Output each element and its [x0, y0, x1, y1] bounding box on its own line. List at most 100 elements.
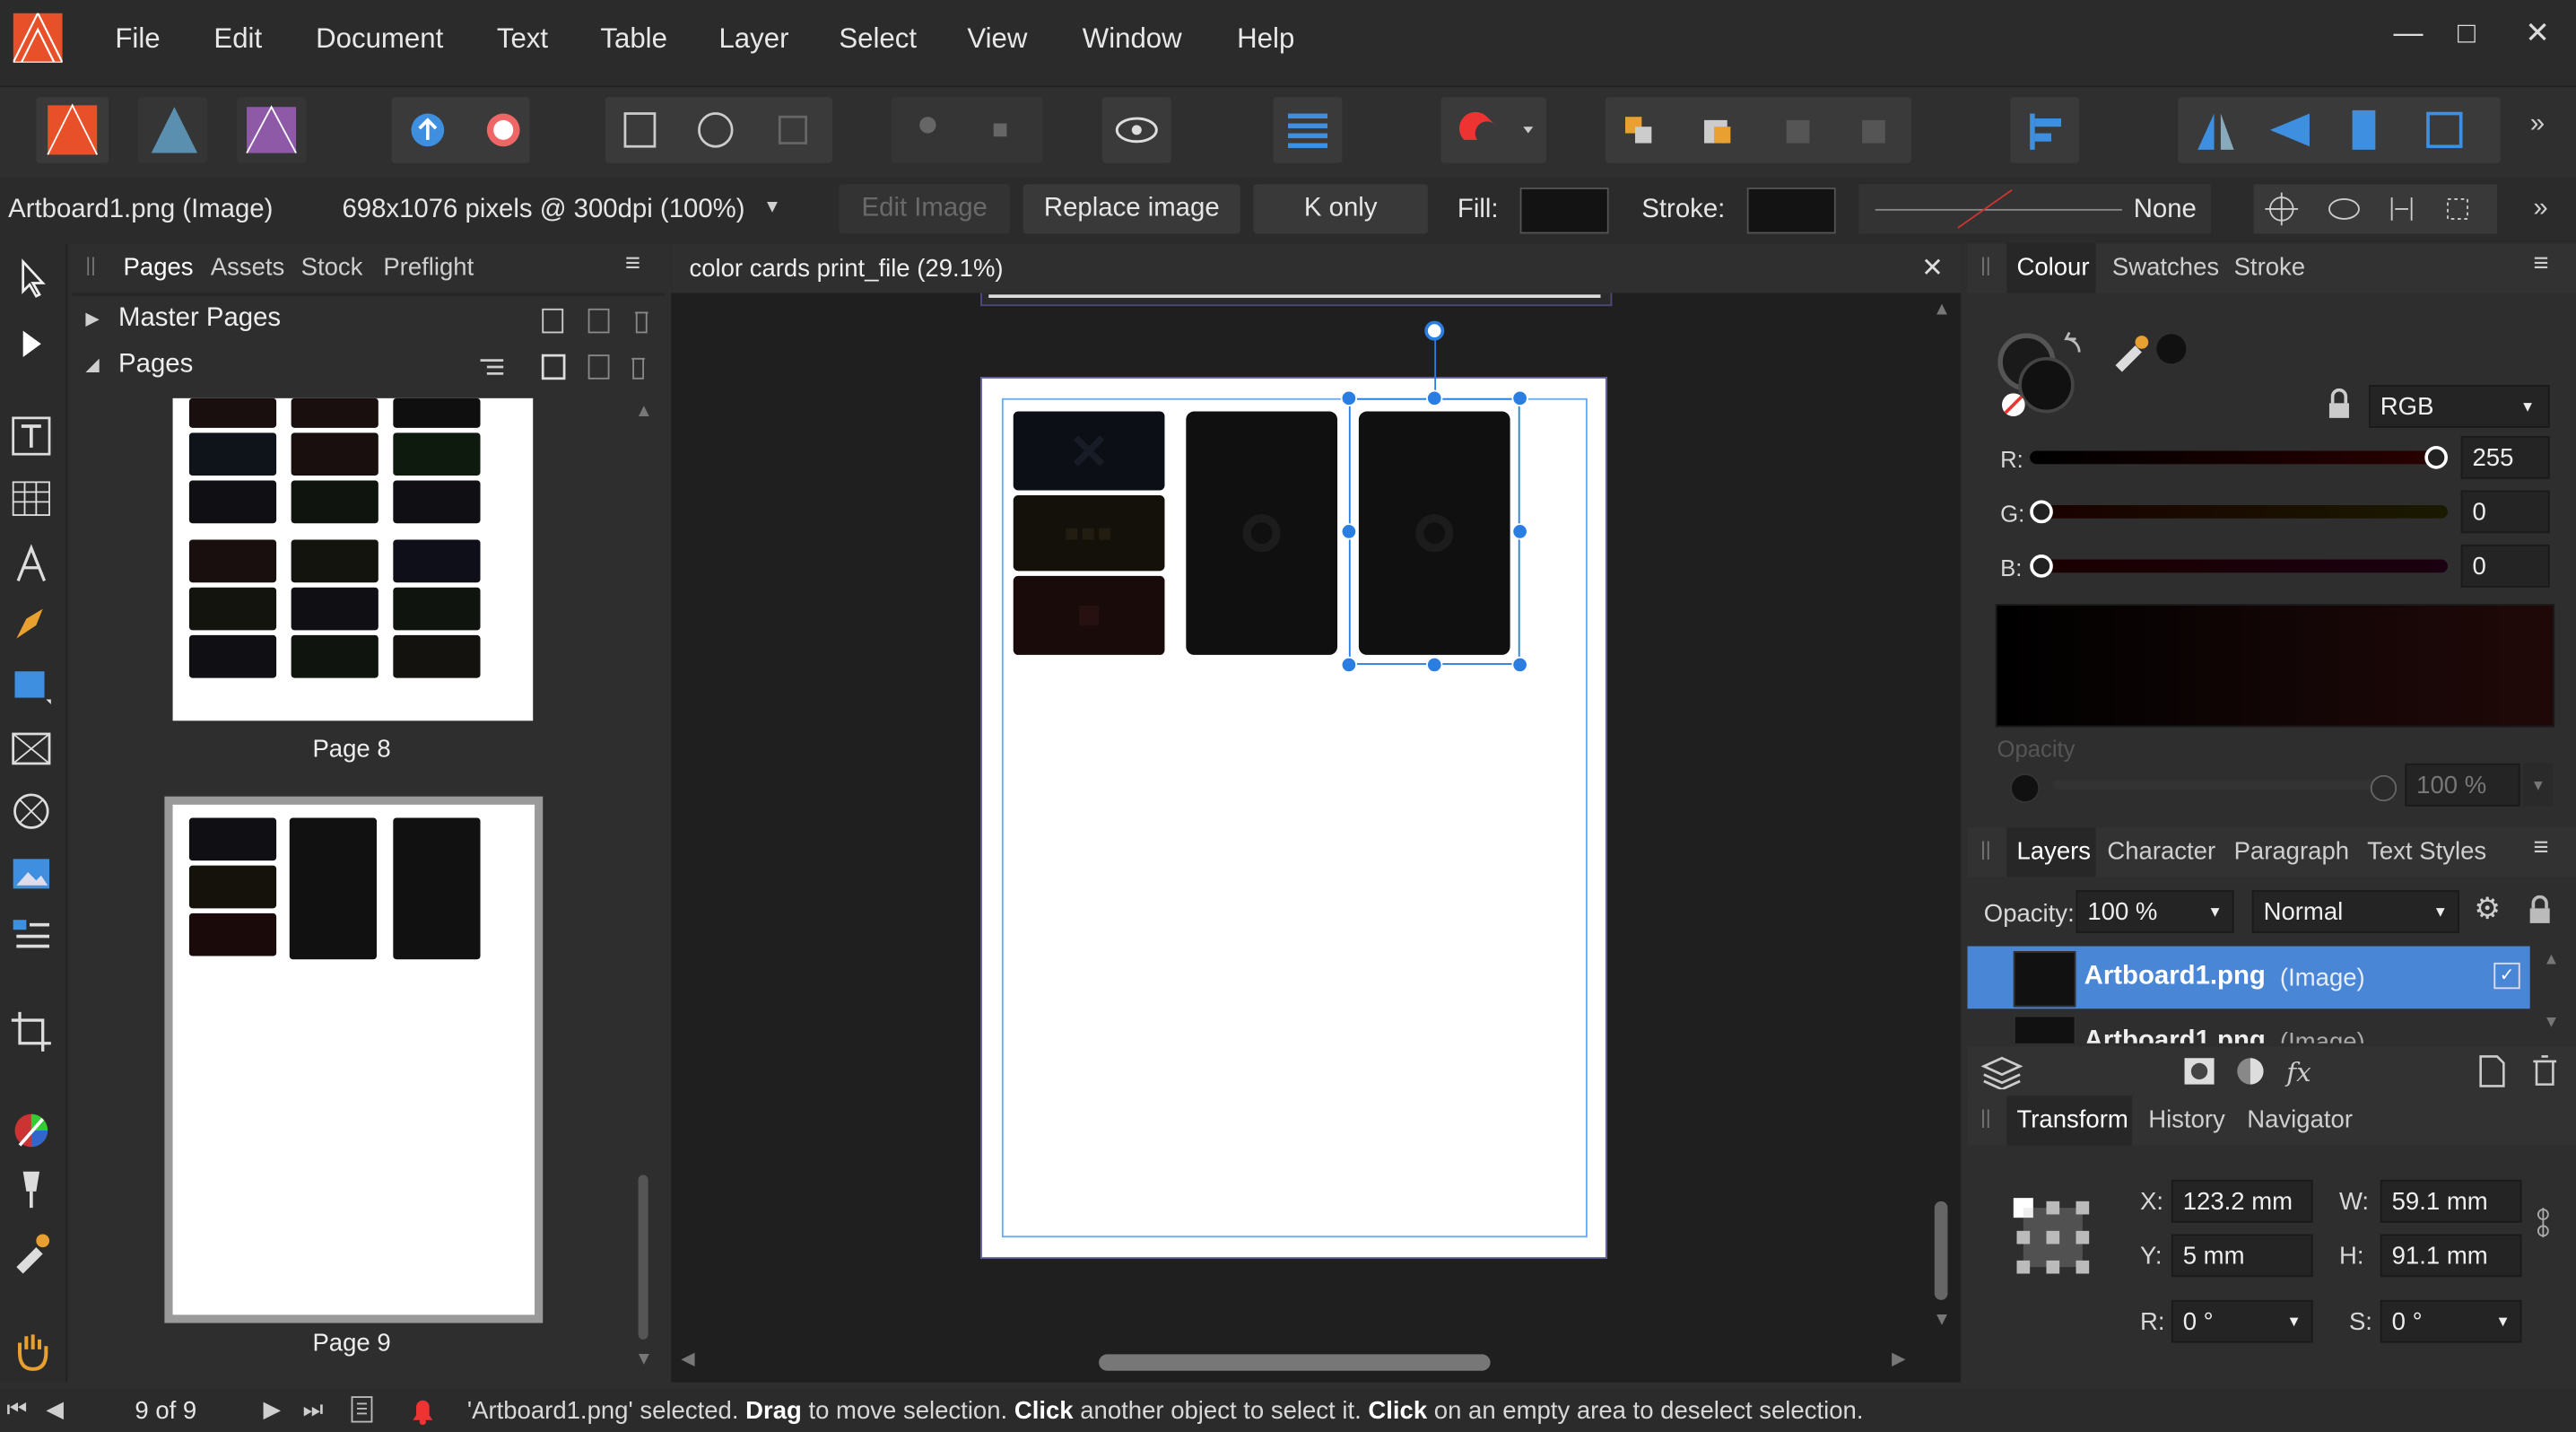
menu-document[interactable]: Document: [316, 23, 443, 57]
picture-frame-ellipse-icon[interactable]: [10, 790, 53, 833]
designer-persona-icon[interactable]: [138, 97, 208, 163]
handle-bottom-right[interactable]: [1511, 656, 1528, 674]
menu-help[interactable]: Help: [1237, 23, 1294, 57]
close-window-icon[interactable]: ✕: [2525, 16, 2550, 51]
last-page-icon[interactable]: ⏭: [302, 1395, 323, 1423]
pages-scrollbar[interactable]: [638, 1174, 648, 1340]
page-counter[interactable]: 9 of 9: [135, 1397, 196, 1425]
canvas-scroll-left-icon[interactable]: ◀: [681, 1348, 695, 1369]
eyedropper-tool-icon[interactable]: [10, 1231, 53, 1274]
tab-pages[interactable]: Pages: [124, 253, 194, 281]
layer-opacity-field[interactable]: 100 % ▼: [2076, 890, 2234, 933]
rotation-field[interactable]: 0 ° ▼: [2171, 1299, 2313, 1343]
opacity-value-field[interactable]: 100 %: [2405, 763, 2520, 807]
g-slider-knob[interactable]: [2030, 500, 2053, 524]
layer-row[interactable]: Artboard1.png (Image): [1967, 1010, 2530, 1043]
tab-paragraph[interactable]: Paragraph: [2234, 838, 2349, 866]
opacity-slider[interactable]: [2052, 780, 2392, 790]
pages-label[interactable]: Pages: [118, 351, 193, 380]
layers-panel-menu-icon[interactable]: ≡: [2533, 834, 2548, 864]
expand-master-pages-icon[interactable]: ▶: [85, 308, 100, 329]
pen-tool-icon[interactable]: [10, 602, 53, 645]
menu-file[interactable]: File: [115, 23, 160, 57]
h-field[interactable]: 91.1 mm: [2380, 1234, 2522, 1278]
minimize-icon[interactable]: —: [2393, 16, 2423, 51]
opacity-slider-knob[interactable]: [2370, 774, 2398, 802]
layers-scroll-up-icon[interactable]: ▲: [2543, 951, 2559, 969]
master-pages-label[interactable]: Master Pages: [118, 304, 281, 334]
page-options-icon[interactable]: [349, 1395, 375, 1425]
edit-image-button[interactable]: Edit Image: [839, 184, 1011, 234]
link-proportions-icon[interactable]: [2533, 1204, 2553, 1240]
layers-scroll-down-icon[interactable]: ▼: [2543, 1014, 2559, 1032]
preview-icon[interactable]: [1101, 97, 1171, 163]
arrange-buttons-group[interactable]: [1605, 97, 1912, 163]
tab-stock[interactable]: Stock: [301, 253, 363, 281]
tab-navigator[interactable]: Navigator: [2247, 1105, 2353, 1133]
tab-preflight[interactable]: Preflight: [383, 253, 474, 281]
chevron-down-icon[interactable]: ▼: [763, 197, 781, 217]
toolbar-overflow-icon[interactable]: »: [2530, 110, 2545, 140]
lock-icon[interactable]: [2323, 388, 2356, 422]
canvas-scroll-right-icon[interactable]: ▶: [1892, 1348, 1906, 1369]
gear-icon[interactable]: ⚙: [2474, 892, 2501, 927]
snapping-icon[interactable]: [1440, 97, 1546, 163]
layer-add-delete-icons[interactable]: [2474, 1053, 2563, 1089]
picture-frame-rectangle-icon[interactable]: [10, 728, 53, 771]
context-icons-group[interactable]: [2253, 184, 2498, 234]
colour-spectrum[interactable]: [1995, 604, 2555, 728]
frame-text-tool-icon[interactable]: [10, 415, 53, 458]
tab-swatches[interactable]: Swatches: [2112, 253, 2219, 281]
r-slider[interactable]: [2030, 446, 2448, 469]
scroll-down-icon[interactable]: ▼: [635, 1349, 653, 1369]
first-page-icon[interactable]: ⏮: [6, 1395, 27, 1423]
collapse-pages-icon[interactable]: ◢: [85, 354, 100, 375]
tab-colour[interactable]: Colour: [2016, 253, 2089, 281]
fill-swatch[interactable]: [1519, 188, 1609, 234]
canvas-vertical-scrollbar[interactable]: [1934, 1201, 1948, 1300]
colour-model-select[interactable]: RGB ▼: [2368, 385, 2550, 428]
menu-view[interactable]: View: [967, 23, 1027, 57]
anchor-point-selector[interactable]: [2010, 1194, 2095, 1279]
tab-transform[interactable]: Transform: [2016, 1105, 2128, 1133]
selection-bounding-box[interactable]: [1348, 397, 1520, 665]
layer-lock-icon[interactable]: [2527, 895, 2553, 925]
handle-bottom-left[interactable]: [1340, 656, 1358, 674]
menu-table[interactable]: Table: [600, 23, 667, 57]
next-page-icon[interactable]: ▶: [263, 1395, 281, 1423]
rectangle-tool-icon[interactable]: [10, 665, 53, 708]
b-slider[interactable]: [2030, 554, 2448, 578]
b-value-field[interactable]: 0: [2460, 545, 2550, 588]
align-icon[interactable]: [2010, 97, 2080, 163]
app-logo-icon[interactable]: [11, 11, 65, 64]
menu-edit[interactable]: Edit: [213, 23, 262, 57]
place-image-icon[interactable]: [10, 852, 53, 895]
publisher-persona-icon[interactable]: [36, 97, 109, 163]
panel-grip-icon[interactable]: ||: [85, 253, 95, 276]
tab-text-styles[interactable]: Text Styles: [2367, 838, 2486, 866]
table-of-contents-icon[interactable]: [10, 915, 53, 958]
scroll-up-icon[interactable]: ▲: [635, 401, 653, 421]
canvas-scroll-down-icon[interactable]: ▼: [1933, 1310, 1951, 1330]
move-tool-icon[interactable]: [10, 257, 53, 300]
g-value-field[interactable]: 0: [2460, 490, 2550, 534]
stroke-swatch[interactable]: [1746, 188, 1836, 234]
tab-layers[interactable]: Layers: [2016, 838, 2091, 866]
hand-tool-icon[interactable]: [10, 1330, 53, 1373]
opacity-dropdown-icon[interactable]: ▼: [2523, 763, 2554, 807]
text-flow-icon[interactable]: [1273, 97, 1343, 163]
photo-persona-icon[interactable]: [237, 97, 307, 163]
handle-top-center[interactable]: [1426, 389, 1443, 406]
node-tool-icon[interactable]: [10, 322, 53, 365]
close-document-icon[interactable]: ✕: [1921, 252, 1944, 285]
tab-character[interactable]: Character: [2107, 838, 2215, 866]
layers-stack-icon[interactable]: [1980, 1053, 2023, 1090]
pages-actions[interactable]: [474, 351, 655, 384]
card-dots[interactable]: [1013, 495, 1165, 572]
previous-page-icon[interactable]: ◀: [46, 1395, 64, 1423]
shear-field[interactable]: 0 ° ▼: [2380, 1299, 2522, 1343]
handle-middle-right[interactable]: [1511, 523, 1528, 540]
layer-effects-icons[interactable]: fx: [2181, 1053, 2339, 1089]
image-dimensions-dropdown[interactable]: 698x1076 pixels @ 300dpi (100%): [342, 196, 744, 225]
menu-layer[interactable]: Layer: [718, 23, 788, 57]
